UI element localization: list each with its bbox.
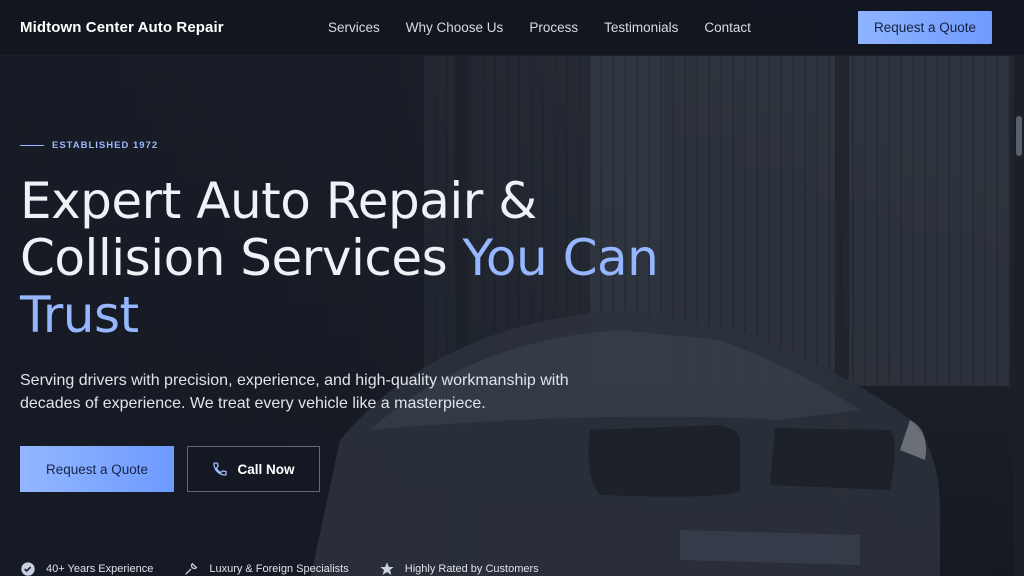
hero-headline: Expert Auto Repair & Collision Services … <box>20 173 660 344</box>
header-request-quote-button[interactable]: Request a Quote <box>858 11 992 44</box>
eyebrow: ESTABLISHED 1972 <box>20 140 660 151</box>
nav-process[interactable]: Process <box>529 20 578 35</box>
feature-item: Highly Rated by Customers <box>379 561 539 576</box>
nav-services[interactable]: Services <box>328 20 380 35</box>
hero-subtext: Serving drivers with precision, experien… <box>20 372 569 412</box>
tools-icon <box>185 562 198 575</box>
site-header: Midtown Center Auto Repair Services Why … <box>0 0 1024 56</box>
star-icon <box>380 562 394 575</box>
eyebrow-line <box>20 145 44 146</box>
scrollbar[interactable] <box>1014 56 1024 576</box>
nav-contact[interactable]: Contact <box>704 20 751 35</box>
badge-check-icon <box>21 562 35 576</box>
eyebrow-text: ESTABLISHED 1972 <box>52 140 159 151</box>
feature-label: 40+ Years Experience <box>46 563 154 575</box>
brand-logo[interactable]: Midtown Center Auto Repair <box>20 19 320 36</box>
call-now-label: Call Now <box>237 461 295 477</box>
hero-ctas: Request a Quote Call Now <box>20 446 660 492</box>
request-quote-button[interactable]: Request a Quote <box>20 446 174 492</box>
feature-label: Luxury & Foreign Specialists <box>209 563 349 575</box>
scrollbar-thumb[interactable] <box>1016 116 1022 156</box>
nav-testimonials[interactable]: Testimonials <box>604 20 678 35</box>
headline-main: Expert Auto Repair & Collision Services <box>20 172 537 287</box>
feature-item: 40+ Years Experience <box>20 561 153 576</box>
feature-item: Luxury & Foreign Specialists <box>183 561 349 576</box>
hero-section: ESTABLISHED 1972 Expert Auto Repair & Co… <box>20 140 660 492</box>
feature-label: Highly Rated by Customers <box>404 563 539 575</box>
feature-list: 40+ Years Experience Luxury & Foreign Sp… <box>20 561 569 576</box>
main-nav: Services Why Choose Us Process Testimoni… <box>328 20 751 35</box>
call-now-button[interactable]: Call Now <box>187 446 320 492</box>
nav-why-choose-us[interactable]: Why Choose Us <box>406 20 504 35</box>
phone-icon <box>213 462 228 476</box>
